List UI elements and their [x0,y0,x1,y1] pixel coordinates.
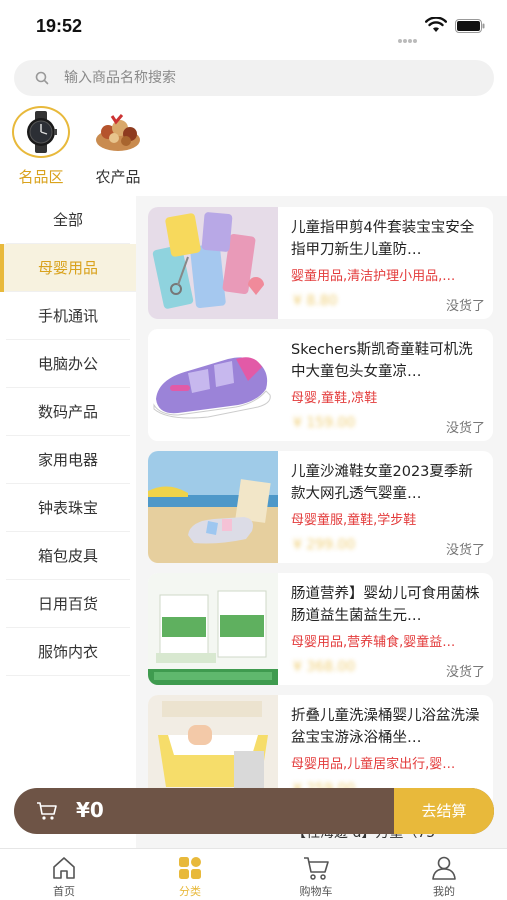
product-card[interactable]: Skechers斯凯奇童鞋可机洗中大童包头女童凉… 母婴,童鞋,凉鞋 ¥ 159… [148,329,493,441]
chip-famous-brands[interactable]: 名品区 [6,106,76,186]
product-price: ¥ 159.00 [293,415,356,431]
wifi-icon [425,17,447,32]
tab-home[interactable]: 首页 [24,855,104,899]
sidebar-item-digital[interactable]: 数码产品 [6,388,130,436]
cart-icon [304,857,329,880]
stock-status: 没货了 [445,421,485,436]
product-list: 儿童指甲剪4件套装宝宝安全指甲刀新生儿童防… 婴童用品,清洁护理小用品,… ¥ … [136,196,507,848]
tab-label: 分类 [179,885,201,898]
product-tags: 母婴用品,儿童居家出行,婴… [291,757,456,772]
category-sidebar: 全部 母婴用品 手机通讯 电脑办公 数码产品 家用电器 钟表珠宝 箱包皮具 日用… [0,196,136,856]
category-icon [179,857,201,879]
status-time: 19:52 [36,16,83,36]
product-price: ¥ 368.00 [293,659,356,675]
tab-label: 首页 [53,885,75,898]
sidebar-item-apparel[interactable]: 服饰内衣 [6,628,130,676]
tab-label: 购物车 [299,885,333,898]
cart-bar[interactable]: ¥0 去结算 [14,788,494,834]
cart-icon [37,802,57,820]
watch-icon [12,106,70,158]
product-tags: 婴童用品,清洁护理小用品,… [291,269,456,284]
chip-label: 名品区 [18,168,64,186]
product-title: 折叠儿童洗澡桶婴儿浴盆洗澡盆宝宝游泳浴桶坐… [291,708,480,746]
chip-agricultural[interactable]: 农产品 [83,106,153,186]
home-icon [53,857,75,879]
checkout-button[interactable]: 去结算 [394,788,494,834]
product-image [148,451,278,563]
tab-cart[interactable]: 购物车 [276,855,356,899]
product-card[interactable]: 儿童沙滩鞋女童2023夏季新款大网孔透气婴童… 母婴童服,童鞋,学步鞋 ¥ 29… [148,451,493,563]
tab-label: 我的 [433,885,455,898]
sidebar-item-daily-goods[interactable]: 日用百货 [6,580,130,628]
chip-label: 农产品 [95,168,141,186]
product-card[interactable]: 儿童指甲剪4件套装宝宝安全指甲刀新生儿童防… 婴童用品,清洁护理小用品,… ¥ … [148,207,493,319]
sidebar-item-bags[interactable]: 箱包皮具 [6,532,130,580]
stock-status: 没货了 [445,543,485,558]
product-price: ¥ 299.00 [293,537,356,553]
sidebar-item-watches-jewelry[interactable]: 钟表珠宝 [6,484,130,532]
product-image [148,207,278,319]
search-icon [35,71,49,85]
status-bar: 19:52 [0,0,507,50]
sidebar-item-all[interactable]: 全部 [6,196,130,244]
tab-category[interactable]: 分类 [150,855,230,899]
sidebar-item-maternal-baby[interactable]: 母婴用品 [0,244,136,292]
search-bar[interactable] [14,60,494,96]
product-tags: 母婴用品,营养辅食,婴童益… [291,635,456,650]
product-price: ¥ 8.80 [293,293,338,309]
product-tags: 母婴,童鞋,凉鞋 [291,391,378,406]
product-title: Skechers斯凯奇童鞋可机洗中大童包头女童凉… [291,342,473,380]
bottom-tab-bar: 首页 分类 购物车 我的 [0,848,507,900]
product-tags: 母婴童服,童鞋,学步鞋 [291,513,417,528]
product-title: 儿童沙滩鞋女童2023夏季新款大网孔透气婴童… [291,464,473,502]
stock-status: 没货了 [445,299,485,314]
nuts-basket-icon [88,106,148,158]
sidebar-item-computers[interactable]: 电脑办公 [6,340,130,388]
battery-icon [455,19,485,33]
product-title: 肠道营养】婴幼儿可食用菌株肠道益生菌益生元… [291,586,480,624]
sidebar-item-appliances[interactable]: 家用电器 [6,436,130,484]
product-image [148,329,278,441]
status-dots [398,28,418,43]
user-icon [432,856,456,880]
tab-mine[interactable]: 我的 [404,855,484,899]
product-image [148,573,278,685]
sidebar-item-phones[interactable]: 手机通讯 [6,292,130,340]
stock-status: 没货了 [445,665,485,680]
search-input[interactable] [64,68,464,88]
cart-total: ¥0 [76,798,104,822]
product-title: 儿童指甲剪4件套装宝宝安全指甲刀新生儿童防… [291,220,475,258]
product-card[interactable]: 肠道营养】婴幼儿可食用菌株肠道益生菌益生元… 母婴用品,营养辅食,婴童益… ¥ … [148,573,493,685]
